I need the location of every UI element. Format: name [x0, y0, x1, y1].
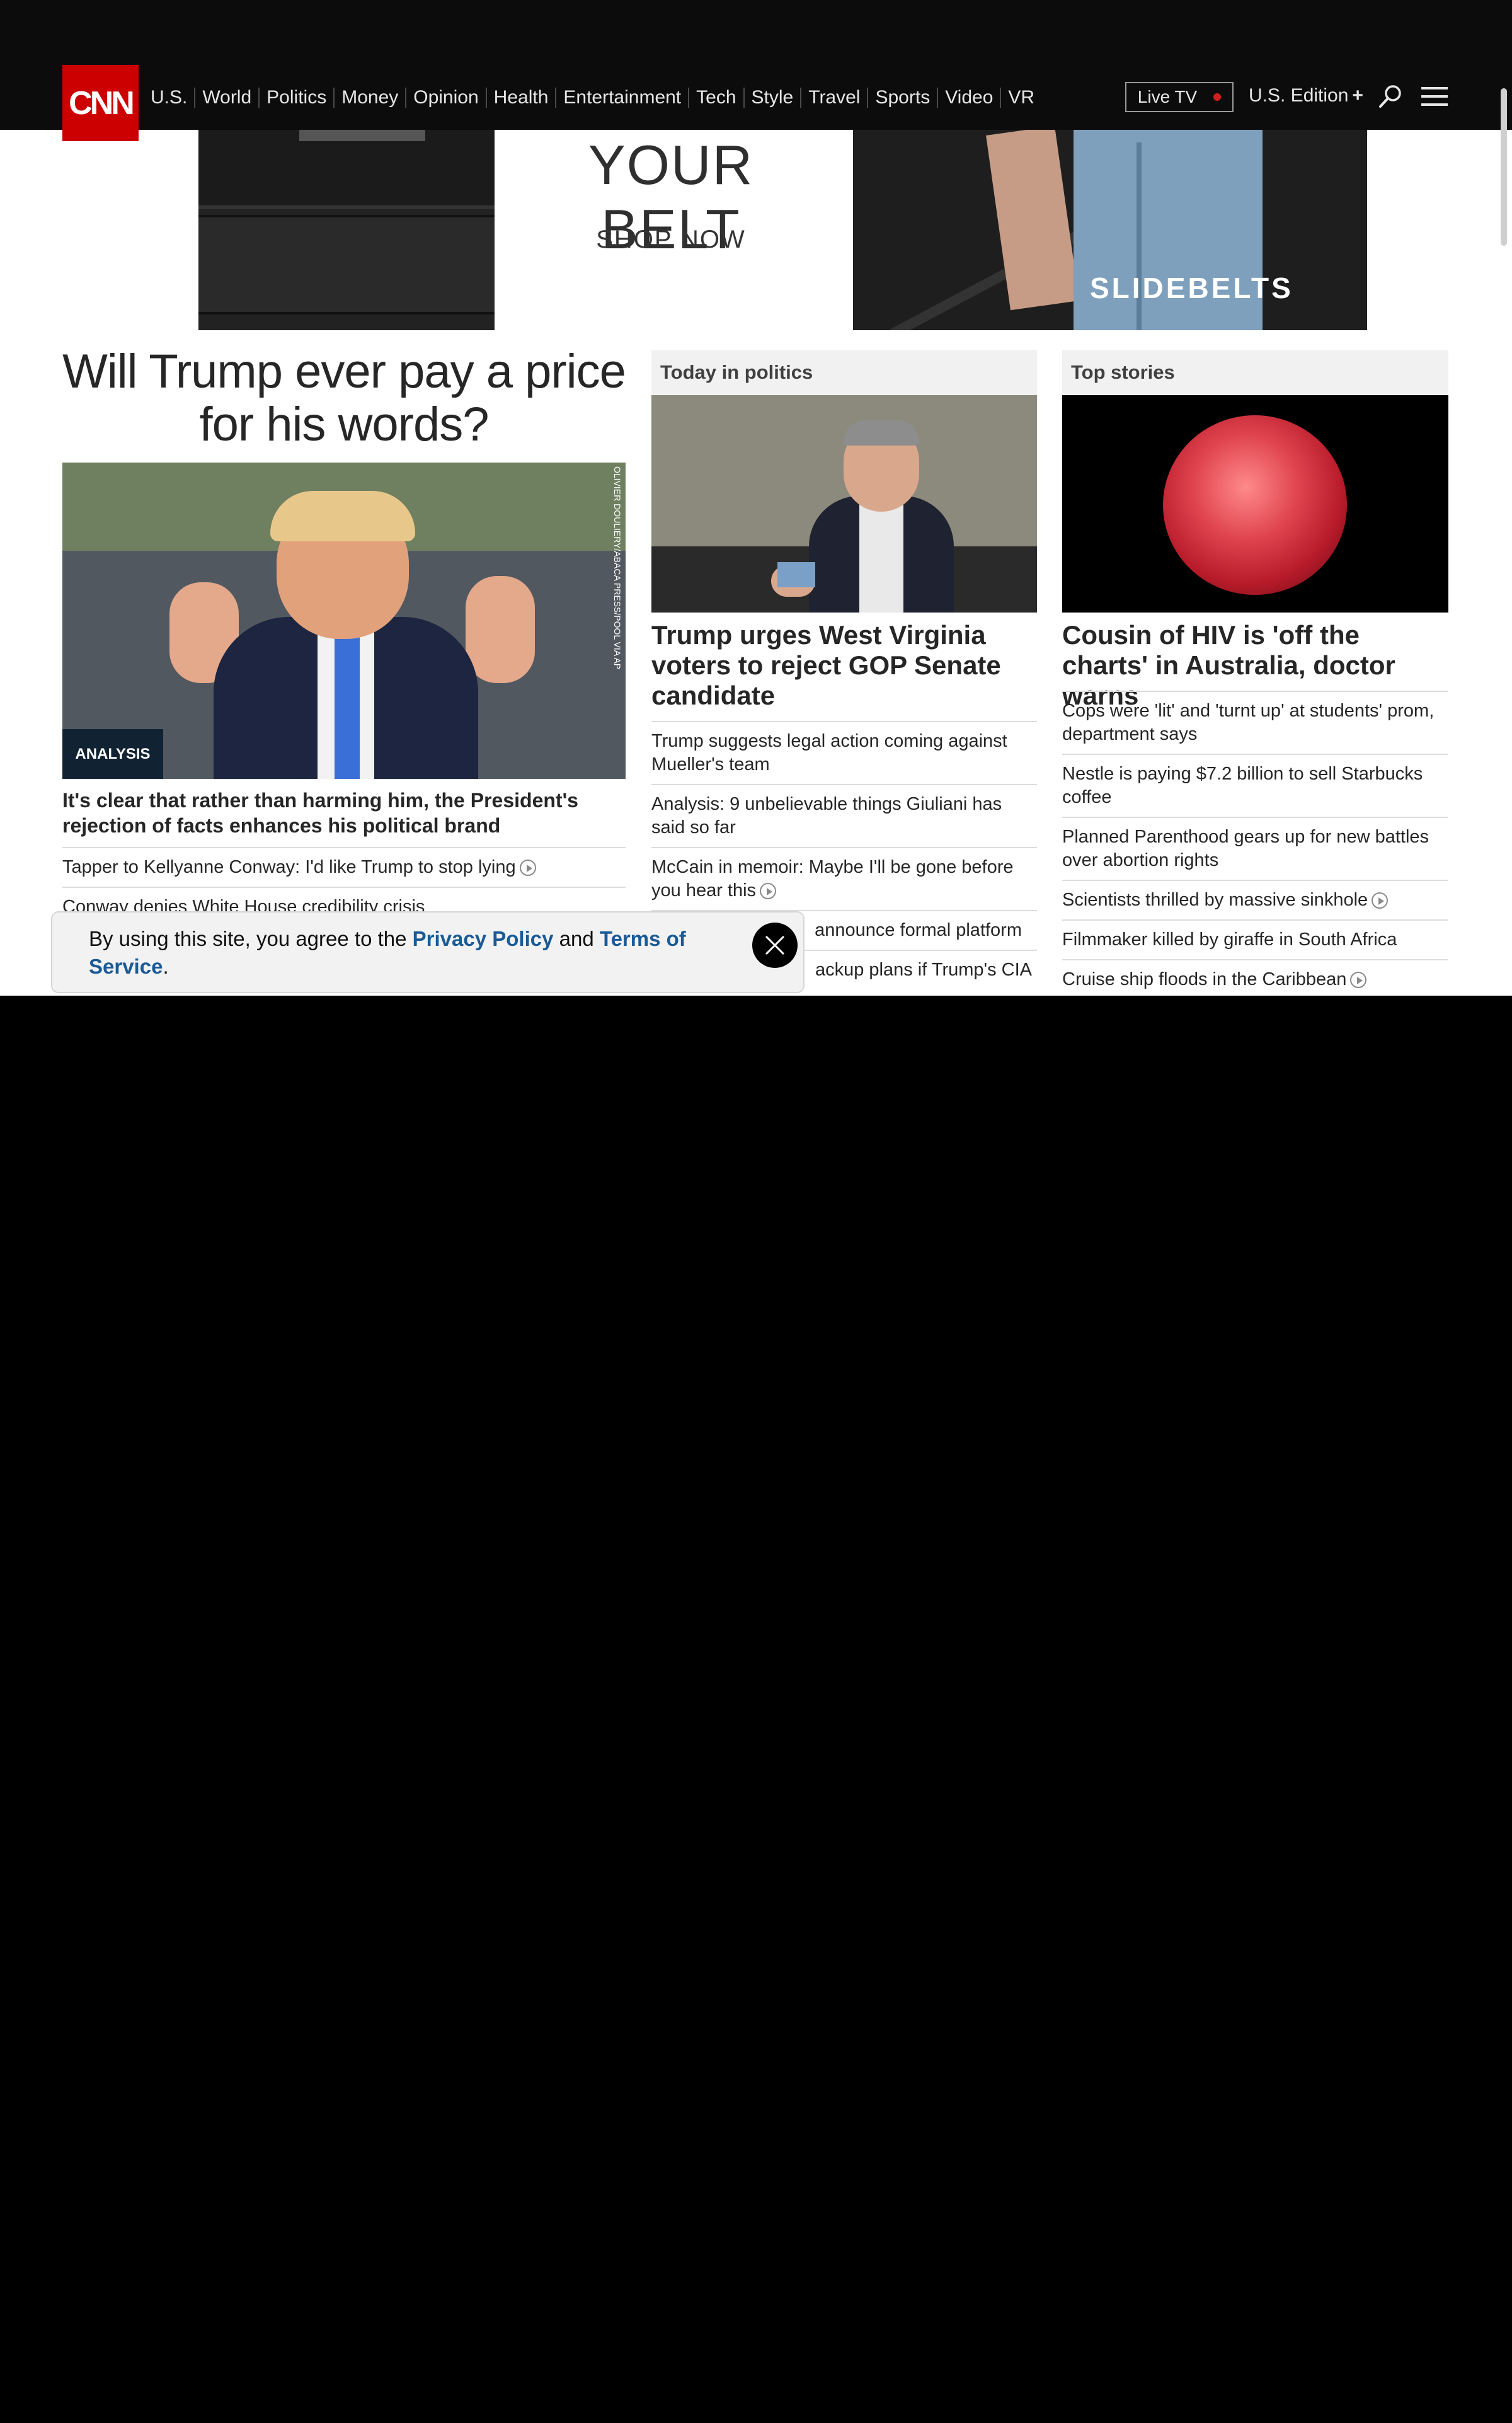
cnn-logo[interactable]: CNN: [62, 65, 139, 141]
section-header-politics[interactable]: Today in politics: [651, 350, 1037, 395]
nav-item-sports[interactable]: Sports: [868, 87, 939, 108]
list-item[interactable]: Cruise ship floods in the Caribbean: [1062, 959, 1448, 996]
nav-item-health[interactable]: Health: [487, 87, 557, 108]
play-icon: [760, 883, 777, 900]
analysis-badge: ANALYSIS: [62, 729, 163, 779]
close-icon: [765, 935, 785, 955]
list-item[interactable]: Filmmaker killed by giraffe in South Afr…: [1062, 919, 1448, 959]
list-item[interactable]: Scientists thrilled by massive sinkhole: [1062, 880, 1448, 919]
live-tv-button[interactable]: Live TV: [1125, 82, 1234, 112]
cookie-text: By using this site, you agree to the Pri…: [89, 927, 686, 978]
play-icon: [1372, 892, 1389, 909]
close-button[interactable]: [752, 923, 798, 968]
politics-story-title[interactable]: Trump urges West Virginia voters to reje…: [651, 620, 1037, 711]
list-item[interactable]: McCain in memoir: Maybe I'll be gone bef…: [651, 847, 1037, 910]
top-stories-list: Cops were 'lit' and 'turnt up' at studen…: [1062, 691, 1448, 996]
list-item[interactable]: Tapper to Kellyanne Conway: I'd like Tru…: [62, 847, 626, 887]
cookie-banner: By using this site, you agree to the Pri…: [51, 911, 805, 993]
ad-belt-image: [198, 130, 495, 330]
privacy-policy-link[interactable]: Privacy Policy: [413, 927, 554, 950]
plus-icon: +: [1352, 85, 1363, 106]
hamburger-menu-icon[interactable]: [1421, 87, 1448, 106]
nav-item-politics[interactable]: Politics: [260, 87, 335, 108]
nav-item-entertainment[interactable]: Entertainment: [556, 87, 690, 108]
ad-shop-now-link[interactable]: SHOP NOW: [523, 226, 819, 254]
nav-item-world[interactable]: World: [195, 87, 260, 108]
list-item[interactable]: Cops were 'lit' and 'turnt up' at studen…: [1062, 691, 1448, 754]
photo-credit: OLIVIER DOULIERY/ABACA PRESS/POOL VIA AP: [612, 466, 622, 670]
nav-item-vr[interactable]: VR: [1001, 87, 1041, 108]
advertisement-banner[interactable]: YOUR BELT SHOP NOW SLIDEBELTS: [145, 130, 1367, 330]
list-item[interactable]: Planned Parenthood gears up for new batt…: [1062, 817, 1448, 880]
lead-story-title[interactable]: It's clear that rather than harming him,…: [62, 788, 626, 838]
ad-brand-logo: SLIDEBELTS: [1090, 272, 1293, 304]
page: YOUR BELT SHOP NOW SLIDEBELTS Will Trump…: [0, 0, 1512, 996]
play-icon: [1350, 972, 1367, 989]
top-bar: [0, 0, 1512, 65]
live-dot-icon: [1213, 93, 1222, 101]
top-story-image[interactable]: [1062, 395, 1448, 613]
nav-item-travel[interactable]: Travel: [801, 87, 869, 108]
lead-headline[interactable]: Will Trump ever pay a price for his word…: [62, 345, 626, 451]
list-item[interactable]: Nestle is paying $7.2 billion to sell St…: [1062, 754, 1448, 817]
live-tv-label: Live TV: [1137, 87, 1198, 106]
nav-item-money[interactable]: Money: [335, 87, 407, 108]
nav-item-video[interactable]: Video: [938, 87, 1002, 108]
play-icon: [519, 860, 536, 877]
politics-image[interactable]: [651, 395, 1037, 613]
scrollbar[interactable]: [1501, 88, 1507, 246]
nav-item-tech[interactable]: Tech: [689, 87, 745, 108]
main-nav: U.S. World Politics Money Opinion Health…: [151, 65, 1041, 130]
edition-selector[interactable]: U.S. Edition +: [1249, 85, 1363, 106]
list-item[interactable]: Trump suggests legal action coming again…: [651, 721, 1037, 784]
nav-item-style[interactable]: Style: [745, 87, 802, 108]
list-item[interactable]: Analysis: 9 unbelievable things Giuliani…: [651, 784, 1037, 847]
section-header-top-stories[interactable]: Top stories: [1062, 350, 1448, 395]
nav-item-us[interactable]: U.S.: [151, 87, 196, 108]
nav-item-opinion[interactable]: Opinion: [406, 87, 487, 108]
search-icon[interactable]: [1378, 84, 1402, 108]
